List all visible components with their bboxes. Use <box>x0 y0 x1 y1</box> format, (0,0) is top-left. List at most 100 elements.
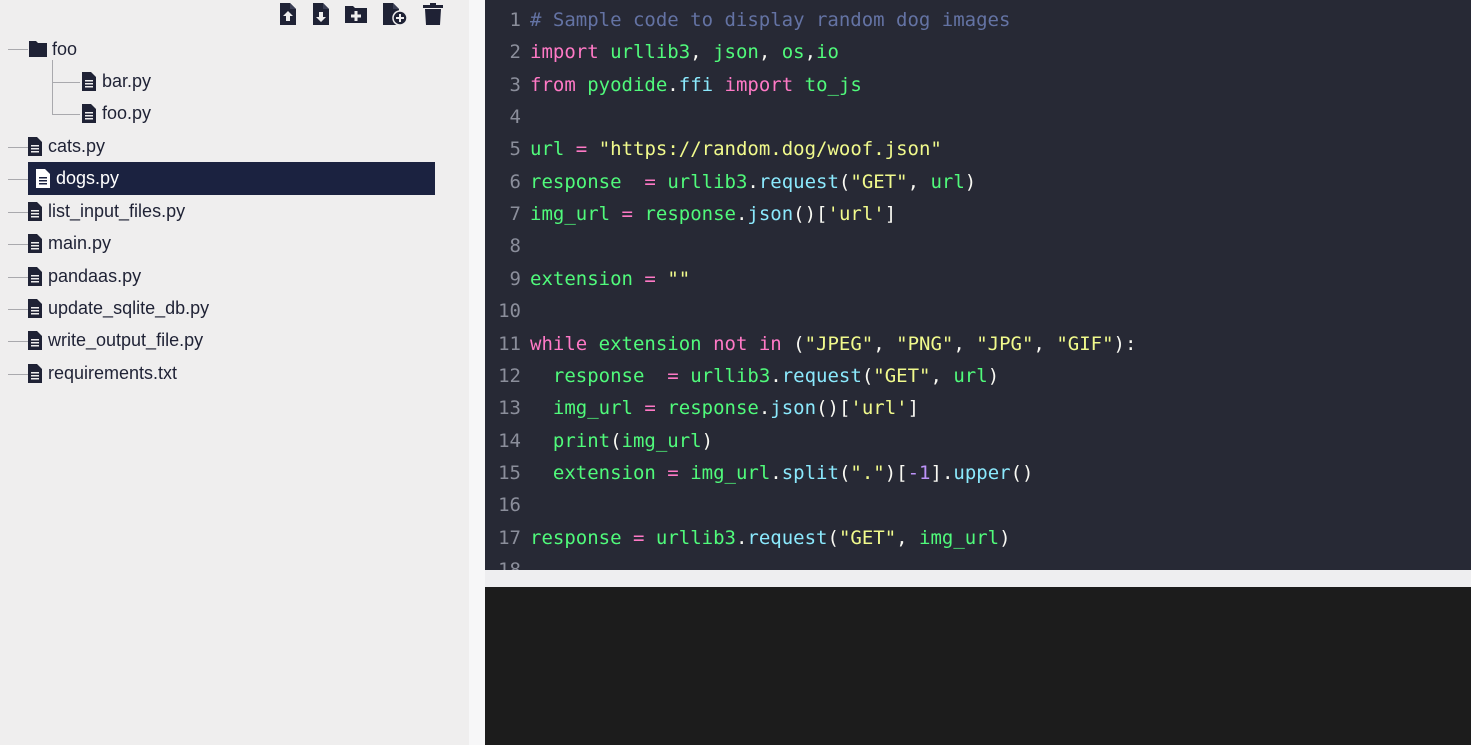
line-number: 6 <box>509 170 521 193</box>
line-number: 2 <box>509 41 521 64</box>
code-token: "PNG" <box>896 332 954 355</box>
tree-file-write-output-file-py[interactable]: write_output_file.py <box>28 325 203 355</box>
line-number: 18 <box>498 558 521 570</box>
code-line[interactable]: 16 <box>485 489 530 521</box>
code-token: "JPG" <box>976 332 1034 355</box>
code-line[interactable]: 7 img_url = response.json()['url'] <box>485 198 897 230</box>
code-token: io <box>816 41 839 64</box>
file-icon <box>28 266 42 286</box>
upload-file-icon[interactable] <box>278 2 302 28</box>
code-line[interactable]: 10 <box>485 295 530 327</box>
code-token: ) <box>987 364 1000 387</box>
line-number: 15 <box>498 461 521 484</box>
tree-connector <box>8 212 28 213</box>
code-token: 'url' <box>850 397 908 420</box>
tree-file-bar-py[interactable]: bar.py <box>82 66 151 96</box>
code-line[interactable]: 3 from pyodide.ffi import to_js <box>485 69 862 101</box>
code-line[interactable]: 11 while extension not in ("JPEG", "PNG",… <box>485 328 1136 360</box>
code-line[interactable]: 2 import urllib3, json, os,io <box>485 36 839 68</box>
tree-file-cats-py[interactable]: cats.py <box>28 131 105 161</box>
code-line[interactable]: 14 print(img_url) <box>485 425 713 457</box>
tree-file-requirements-txt[interactable]: requirements.txt <box>28 358 177 388</box>
code-text: # Sample code to display random dog imag… <box>530 9 1010 31</box>
tree-file-update-sqlite-db-py[interactable]: update_sqlite_db.py <box>28 293 209 323</box>
code-token: = <box>644 267 656 290</box>
tree-file-dogs-py[interactable]: dogs.py <box>28 162 435 195</box>
code-line[interactable]: 18 <box>485 554 530 570</box>
code-line[interactable]: 4 <box>485 101 530 133</box>
tree-connector <box>8 277 28 278</box>
editor-console-splitter[interactable] <box>485 570 1471 587</box>
line-number: 14 <box>498 429 521 452</box>
code-token: ) <box>701 429 714 452</box>
code-token: "" <box>667 267 691 290</box>
code-line[interactable]: 9 extension = "" <box>485 263 691 295</box>
code-token: ( <box>827 526 839 549</box>
code-token: ): <box>1113 332 1137 355</box>
code-token: ( <box>838 461 851 484</box>
new-folder-icon[interactable] <box>344 4 370 30</box>
code-token: extension <box>530 267 633 290</box>
code-token: "GET" <box>838 526 897 549</box>
output-console[interactable] <box>485 587 1471 745</box>
line-number: 9 <box>509 267 521 290</box>
tree-connector <box>8 309 28 310</box>
line-number: 16 <box>498 494 521 517</box>
code-line[interactable]: 5 url = "https://random.dog/woof.json" <box>485 133 942 165</box>
sidebar-resize-gutter[interactable] <box>469 0 485 745</box>
code-line[interactable]: 13 img_url = response.json()['url'] <box>485 392 919 424</box>
trash-icon[interactable] <box>422 2 446 28</box>
file-icon <box>28 136 42 156</box>
tree-file-pandaas-py[interactable]: pandaas.py <box>28 261 141 291</box>
tree-item-label: bar.py <box>102 70 152 91</box>
tree-file-list-input-files-py[interactable]: list_input_files.py <box>28 196 185 226</box>
code-line[interactable]: 12 response = urllib3.request("GET", url… <box>485 360 999 392</box>
code-token: = <box>644 397 656 420</box>
code-editor[interactable]: 1 # Sample code to display random dog ima… <box>485 0 1471 570</box>
tree-item-label: dogs.py <box>56 168 120 188</box>
code-token: "https://random.dog/woof.json" <box>598 138 942 161</box>
line-number: 1 <box>509 9 521 31</box>
code-token: url <box>530 138 565 161</box>
code-line[interactable]: 6 response = urllib3.request("GET", url) <box>485 166 977 198</box>
line-number: 17 <box>498 526 521 549</box>
code-token: response <box>644 203 736 226</box>
file-icon <box>82 71 96 91</box>
code-line[interactable]: 8 <box>485 230 530 262</box>
code-token: , <box>930 364 954 387</box>
code-token: , <box>907 170 931 193</box>
code-token: response <box>530 526 622 549</box>
code-token: img_url <box>919 526 1000 549</box>
code-text: print(img_url) <box>530 430 713 452</box>
code-token: urllib3 <box>610 41 691 64</box>
tree-connector <box>52 82 80 83</box>
code-line[interactable]: 17 response = urllib3.request("GET", img_… <box>485 522 1010 554</box>
code-line[interactable]: 15 extension = img_url.split(".")[-1].up… <box>485 457 1033 489</box>
tree-file-foo-py[interactable]: foo.py <box>82 98 151 128</box>
code-token: -1 <box>907 461 931 484</box>
file-icon <box>28 201 42 221</box>
tree-file-main-py[interactable]: main.py <box>28 228 111 258</box>
code-token: ]. <box>930 461 954 484</box>
download-file-icon[interactable] <box>311 2 335 28</box>
tree-folder-foo[interactable]: foo <box>28 34 77 64</box>
line-number: 10 <box>498 300 521 323</box>
code-token: img_url <box>621 429 702 452</box>
code-token: from <box>530 73 576 96</box>
code-line[interactable]: 1 # Sample code to display random dog ima… <box>485 4 1011 36</box>
new-file-icon[interactable] <box>381 2 409 28</box>
